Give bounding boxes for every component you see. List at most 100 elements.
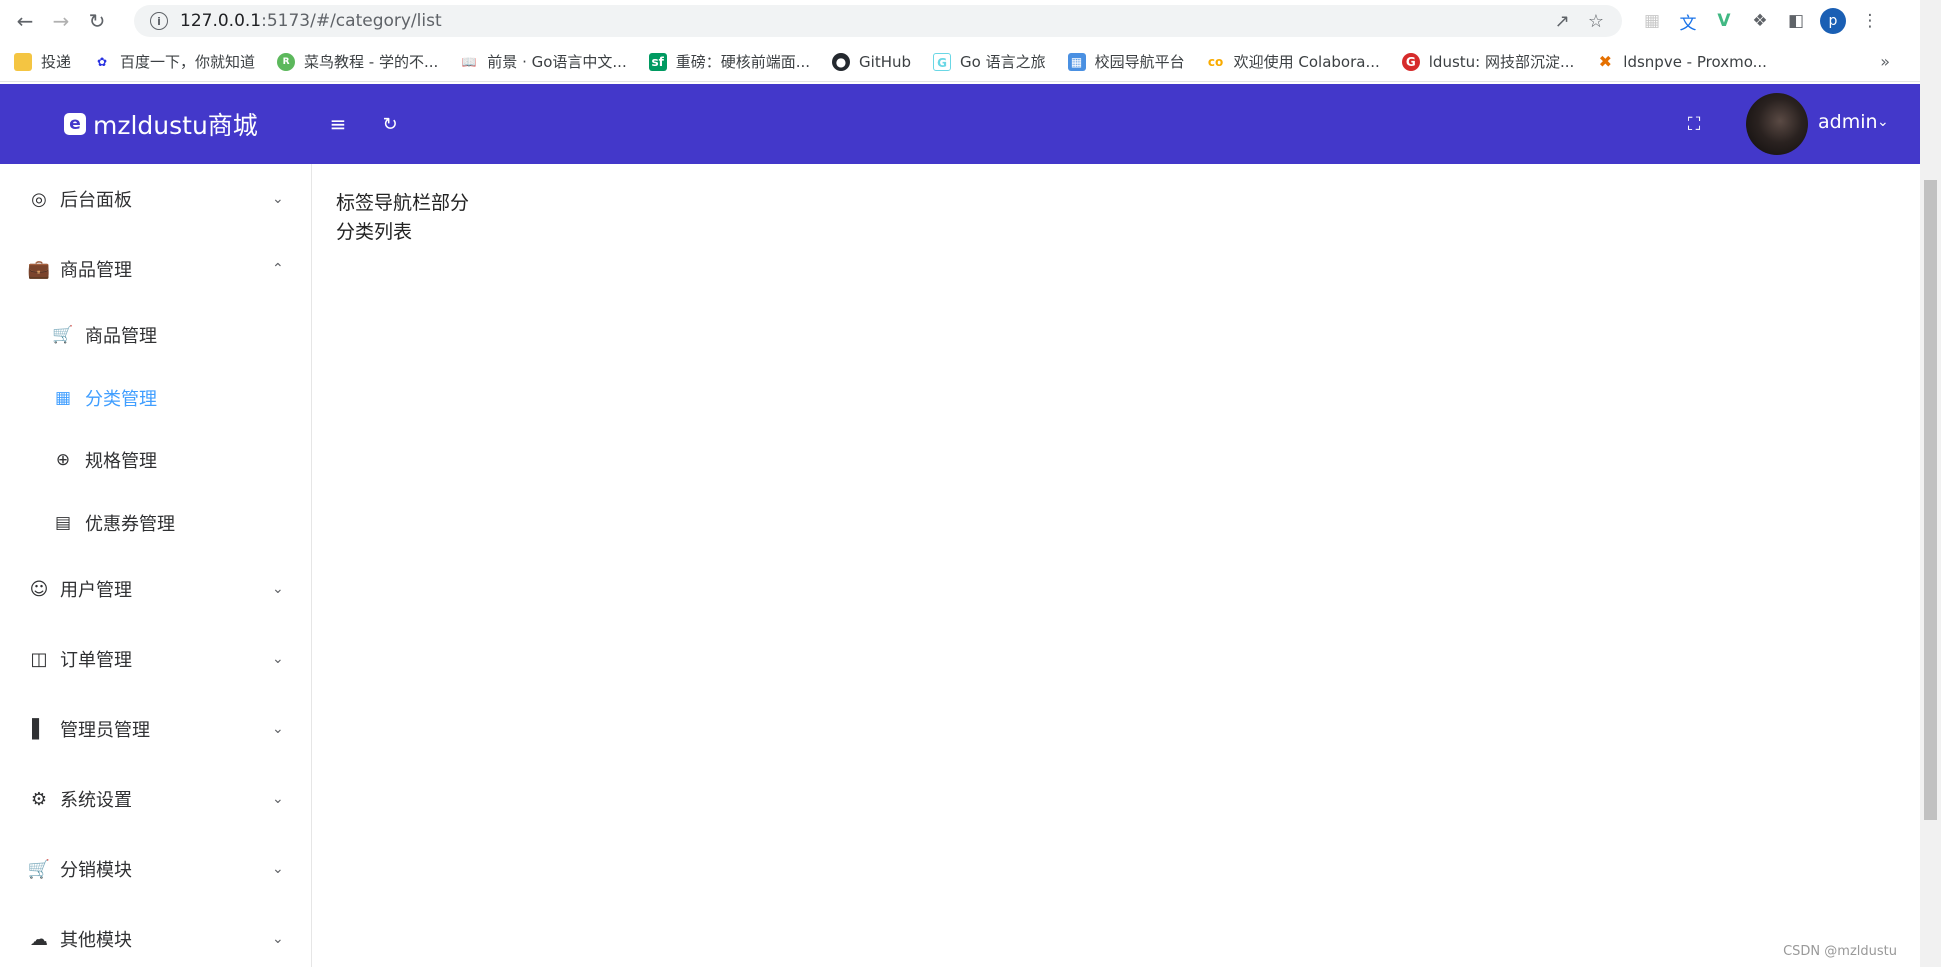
cart-icon: 🛒 xyxy=(52,324,74,346)
github-icon: ● xyxy=(832,53,850,71)
bookmark-item[interactable]: sf 重磅：硬核前端面... xyxy=(649,51,810,72)
proxmox-icon: ✖ xyxy=(1596,53,1614,71)
sidebar-item-settings[interactable]: ⚙ 系统设置 ⌄ xyxy=(0,769,312,829)
side-panel-icon[interactable]: ◧ xyxy=(1784,9,1808,33)
bookmark-item[interactable]: ✿ 百度一下，你就知道 xyxy=(93,51,255,72)
sidebar-item-users[interactable]: ☺ 用户管理 ⌄ xyxy=(0,559,312,619)
bookmark-item[interactable]: 投递 xyxy=(14,51,71,72)
folder-icon xyxy=(14,53,32,71)
vue-devtools-icon[interactable]: V xyxy=(1712,9,1736,33)
scrollbar-thumb[interactable] xyxy=(1924,180,1937,820)
sidebar-item-label: 其他模块 xyxy=(60,926,132,952)
cloud-icon: ☁ xyxy=(28,928,50,950)
submenu-item-goods[interactable]: 🛒 商品管理 xyxy=(0,305,312,365)
more-bookmarks-icon[interactable]: » xyxy=(1880,52,1890,71)
avatar[interactable] xyxy=(1746,93,1808,155)
sidebar: ◎ 后台面板 ⌄ 💼 商品管理 ⌃ 🛒 商品管理 ▦ 分类管理 ⊕ 规格管理 ▤… xyxy=(0,164,312,967)
chevron-down-icon: ⌄ xyxy=(272,651,284,667)
reload-icon[interactable]: ↻ xyxy=(84,8,110,34)
fullscreen-icon[interactable]: ⛶ xyxy=(1682,112,1706,136)
submenu-item-coupon[interactable]: ▤ 优惠券管理 xyxy=(0,493,312,553)
sidebar-item-distribution[interactable]: 🛒 分销模块 ⌄ xyxy=(0,839,312,899)
user-name[interactable]: admin xyxy=(1818,111,1878,133)
main-content: 标签导航栏部分 分类列表 xyxy=(313,164,1920,967)
bookmark-label: 菜鸟教程 - 学的不... xyxy=(304,51,438,72)
sidebar-item-label: 管理员管理 xyxy=(60,716,150,742)
bookmark-star-icon[interactable]: ☆ xyxy=(1588,11,1604,32)
sidebar-item-label: 后台面板 xyxy=(60,186,132,212)
submenu-item-label: 分类管理 xyxy=(85,385,157,411)
extensions-puzzle-icon[interactable]: ❖ xyxy=(1748,9,1772,33)
submenu-item-category[interactable]: ▦ 分类管理 xyxy=(0,368,312,428)
chevron-down-icon: ⌄ xyxy=(272,861,284,877)
bookmark-item[interactable]: G ldustu: 网技部沉淀... xyxy=(1402,51,1575,72)
bookmark-item[interactable]: co 欢迎使用 Colabora... xyxy=(1207,51,1380,72)
bookmark-item[interactable]: 📖 前景 · Go语言中文... xyxy=(460,51,626,72)
inbox-icon: ◫ xyxy=(28,648,50,670)
forward-arrow-icon[interactable]: → xyxy=(48,8,74,34)
bookmark-label: 校园导航平台 xyxy=(1095,51,1185,72)
books-icon: ▌ xyxy=(28,718,50,740)
bookmark-item[interactable]: ● GitHub xyxy=(832,53,911,71)
sidebar-item-label: 用户管理 xyxy=(60,576,132,602)
page-title: 分类列表 xyxy=(336,217,412,244)
profile-avatar[interactable]: p xyxy=(1820,8,1846,34)
bookmark-label: 重磅：硬核前端面... xyxy=(676,51,810,72)
sidebar-item-label: 商品管理 xyxy=(60,256,132,282)
sidebar-item-label: 分销模块 xyxy=(60,856,132,882)
bookmark-label: ldustu: 网技部沉淀... xyxy=(1429,51,1575,72)
bookmark-label: GitHub xyxy=(859,53,911,71)
sidebar-item-dashboard[interactable]: ◎ 后台面板 ⌄ xyxy=(0,169,312,229)
translate-icon[interactable]: 文 xyxy=(1676,9,1700,33)
cart-icon: 🛒 xyxy=(28,858,50,880)
app-header: e mzldustu商城 ≡ ↻ ⛶ admin ⌄ xyxy=(0,84,1920,164)
bookmark-label: 投递 xyxy=(41,51,71,72)
refresh-icon[interactable]: ↻ xyxy=(378,112,402,136)
submenu-item-label: 优惠券管理 xyxy=(85,510,175,536)
sidebar-item-goods[interactable]: 💼 商品管理 ⌃ xyxy=(0,239,312,299)
postcard-icon: ▤ xyxy=(52,512,74,534)
baidu-icon: ✿ xyxy=(93,53,111,71)
segmentfault-icon: sf xyxy=(649,53,667,71)
bookmark-item[interactable]: ✖ ldsnpve - Proxmo... xyxy=(1596,53,1767,71)
bookmark-item[interactable]: G Go 语言之旅 xyxy=(933,51,1046,72)
grid-icon: ▦ xyxy=(52,387,74,409)
runoob-icon: R xyxy=(277,53,295,71)
site-info-icon[interactable]: i xyxy=(150,12,168,30)
submenu-item-spec[interactable]: ⊕ 规格管理 xyxy=(0,430,312,490)
extension-placeholder-icon[interactable]: ▦ xyxy=(1640,9,1664,33)
sidebar-item-orders[interactable]: ◫ 订单管理 ⌄ xyxy=(0,629,312,689)
back-arrow-icon[interactable]: ← xyxy=(12,8,38,34)
chevron-down-icon: ⌄ xyxy=(272,581,284,597)
chevron-down-icon: ⌄ xyxy=(272,721,284,737)
address-bar[interactable]: i 127.0.0.1 :5173/#/category/list ↗ ☆ xyxy=(134,5,1622,37)
url-host: 127.0.0.1 xyxy=(180,11,261,31)
logo-icon: e xyxy=(64,113,86,135)
url-path: :5173/#/category/list xyxy=(261,11,442,31)
share-icon[interactable]: ↗ xyxy=(1555,11,1570,32)
dashboard-icon: ◎ xyxy=(28,188,50,210)
tag-nav-placeholder: 标签导航栏部分 xyxy=(336,188,469,215)
chevron-down-icon: ⌄ xyxy=(272,791,284,807)
campus-icon: ▦ xyxy=(1068,53,1086,71)
sidebar-item-other[interactable]: ☁ 其他模块 ⌄ xyxy=(0,909,312,969)
chevron-up-icon: ⌃ xyxy=(272,261,284,277)
chevron-down-icon[interactable]: ⌄ xyxy=(1877,114,1889,130)
page-scrollbar[interactable] xyxy=(1920,0,1941,967)
collapse-menu-icon[interactable]: ≡ xyxy=(326,112,350,136)
browser-menu-icon[interactable]: ⋮ xyxy=(1858,9,1882,33)
sidebar-item-admins[interactable]: ▌ 管理员管理 ⌄ xyxy=(0,699,312,759)
sidebar-item-label: 系统设置 xyxy=(60,786,132,812)
shopping-bag-icon: 💼 xyxy=(28,258,50,280)
bookmark-item[interactable]: R 菜鸟教程 - 学的不... xyxy=(277,51,438,72)
colab-icon: co xyxy=(1207,53,1225,71)
browser-toolbar: ← → ↻ i 127.0.0.1 :5173/#/category/list … xyxy=(0,0,1920,42)
bookmark-label: 百度一下，你就知道 xyxy=(120,51,255,72)
app-logo[interactable]: e mzldustu商城 xyxy=(64,106,258,142)
bookmark-item[interactable]: ▦ 校园导航平台 xyxy=(1068,51,1185,72)
bookmark-label: 前景 · Go语言中文... xyxy=(487,51,626,72)
book-icon: 📖 xyxy=(460,53,478,71)
bookmark-label: 欢迎使用 Colabora... xyxy=(1234,51,1380,72)
sidebar-item-label: 订单管理 xyxy=(60,646,132,672)
submenu-item-label: 规格管理 xyxy=(85,447,157,473)
